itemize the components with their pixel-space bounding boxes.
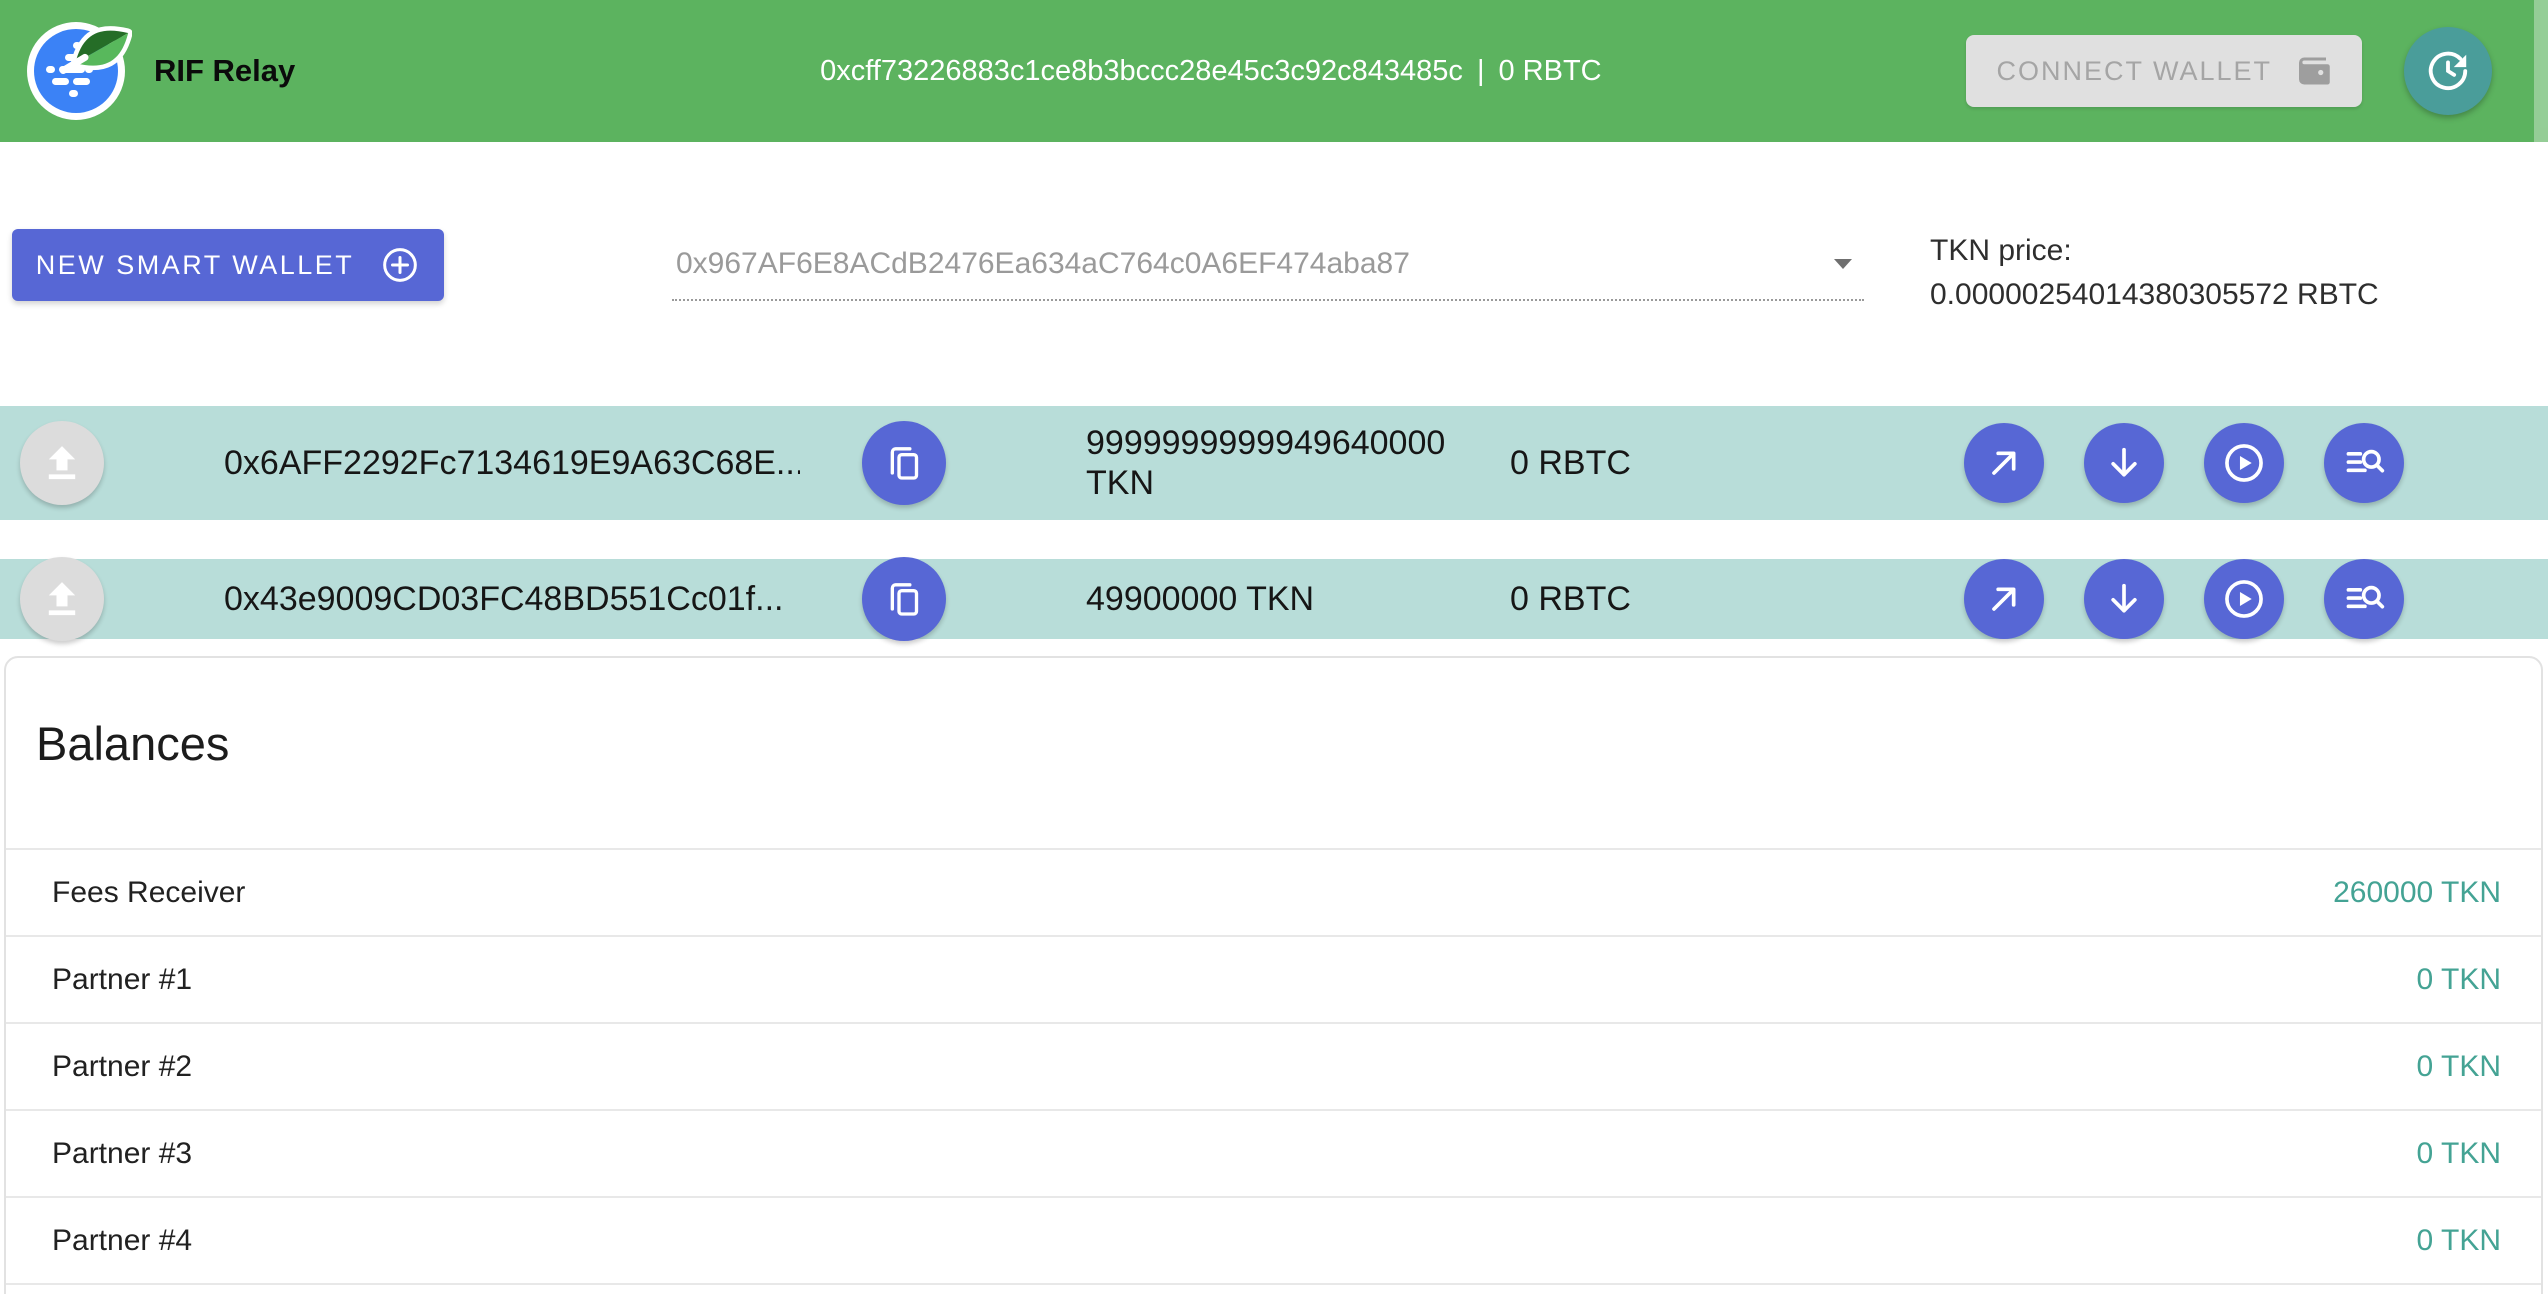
smart-wallet-row: 0x43e9009CD03FC48BD551Cc01f... 49900000 … <box>0 559 2548 639</box>
balance-row: Partner #1 0 TKN <box>6 937 2541 1024</box>
tkn-price-label: TKN price: <box>1930 229 2530 273</box>
upload-icon <box>40 577 84 621</box>
balance-row: Partner #3 0 TKN <box>6 1111 2541 1198</box>
dropdown-arrow-icon <box>1832 257 1854 271</box>
arrow-down-icon <box>2104 443 2144 483</box>
plus-circle-icon <box>380 245 420 285</box>
rif-relay-logo-icon <box>26 18 132 124</box>
search-transactions-button[interactable] <box>2324 423 2404 503</box>
header-account-balance: 0 RBTC <box>1498 55 1601 88</box>
receive-button[interactable] <box>2084 423 2164 503</box>
balance-label: Partner #1 <box>52 963 192 997</box>
arrow-up-right-icon <box>1984 443 2024 483</box>
smart-wallet-address: 0x43e9009CD03FC48BD551Cc01f... <box>224 580 800 619</box>
deploy-wallet-button[interactable] <box>20 421 104 505</box>
search-transactions-button[interactable] <box>2324 559 2404 639</box>
play-circle-icon <box>2222 577 2266 621</box>
app-title: RIF Relay <box>154 53 295 89</box>
balance-row: Fees Receiver 260000 TKN <box>6 850 2541 937</box>
smart-wallet-list: 0x6AFF2292Fc7134619E9A63C68E... 99999999… <box>0 406 2548 639</box>
deploy-wallet-button[interactable] <box>20 557 104 641</box>
copy-address-button[interactable] <box>862 421 946 505</box>
balances-table: Fees Receiver 260000 TKN Partner #1 0 TK… <box>6 848 2541 1285</box>
wallet-icon <box>2296 53 2332 89</box>
balance-value: 0 TKN <box>2417 963 2501 997</box>
connect-wallet-label: CONNECT WALLET <box>1996 56 2272 87</box>
copy-address-button[interactable] <box>862 557 946 641</box>
header-account-separator: | <box>1477 55 1485 88</box>
header-account-info: 0xcff73226883c1ce8b3bccc28e45c3c92c84348… <box>295 55 1966 88</box>
wallet-row-actions <box>1964 559 2404 639</box>
balance-value: 260000 TKN <box>2333 876 2501 910</box>
arrow-up-right-icon <box>1984 579 2024 619</box>
balance-row: Partner #4 0 TKN <box>6 1198 2541 1285</box>
balance-value: 0 TKN <box>2417 1050 2501 1084</box>
new-smart-wallet-label: NEW SMART WALLET <box>36 250 355 281</box>
smart-wallet-select[interactable]: 0x967AF6E8ACdB2476Ea634aC764c0A6EF474aba… <box>672 229 1864 301</box>
transfer-button[interactable] <box>1964 423 2044 503</box>
smart-wallet-select-value: 0x967AF6E8ACdB2476Ea634aC764c0A6EF474aba… <box>676 247 1410 281</box>
header-account-address: 0xcff73226883c1ce8b3bccc28e45c3c92c84348… <box>820 55 1463 88</box>
refresh-clock-icon <box>2425 48 2471 94</box>
tkn-price-value: 0.00000254014380305572 RBTC <box>1930 273 2530 317</box>
balance-label: Partner #3 <box>52 1137 192 1171</box>
app-header: RIF Relay 0xcff73226883c1ce8b3bccc28e45c… <box>0 0 2548 142</box>
smart-wallet-row: 0x6AFF2292Fc7134619E9A63C68E... 99999999… <box>0 406 2548 520</box>
execute-button[interactable] <box>2204 559 2284 639</box>
token-balance: 9999999999949640000 TKN <box>1086 423 1506 503</box>
copy-icon <box>884 443 924 483</box>
play-circle-icon <box>2222 441 2266 485</box>
rbtc-balance: 0 RBTC <box>1510 444 1770 483</box>
balance-label: Partner #2 <box>52 1050 192 1084</box>
scrollbar-track[interactable] <box>2534 0 2548 142</box>
upload-icon <box>40 441 84 485</box>
receive-button[interactable] <box>2084 559 2164 639</box>
smart-wallet-address: 0x6AFF2292Fc7134619E9A63C68E... <box>224 444 800 483</box>
balance-label: Fees Receiver <box>52 876 245 910</box>
balances-card: Balances Fees Receiver 260000 TKN Partne… <box>4 656 2543 1294</box>
rbtc-balance: 0 RBTC <box>1510 580 1770 619</box>
new-smart-wallet-button[interactable]: NEW SMART WALLET <box>12 229 444 301</box>
list-search-icon <box>2342 441 2386 485</box>
execute-button[interactable] <box>2204 423 2284 503</box>
tkn-price: TKN price: 0.00000254014380305572 RBTC <box>1930 229 2530 317</box>
balance-row: Partner #2 0 TKN <box>6 1024 2541 1111</box>
balance-label: Partner #4 <box>52 1224 192 1258</box>
wallet-row-actions <box>1964 423 2404 503</box>
transfer-button[interactable] <box>1964 559 2044 639</box>
list-search-icon <box>2342 577 2386 621</box>
connect-wallet-button[interactable]: CONNECT WALLET <box>1966 35 2362 107</box>
balances-title: Balances <box>6 658 2541 772</box>
actions-bar: NEW SMART WALLET 0x967AF6E8ACdB2476Ea634… <box>0 229 2548 317</box>
copy-icon <box>884 579 924 619</box>
balance-value: 0 TKN <box>2417 1224 2501 1258</box>
token-balance: 49900000 TKN <box>1086 579 1506 619</box>
refresh-button[interactable] <box>2404 27 2492 115</box>
balance-value: 0 TKN <box>2417 1137 2501 1171</box>
arrow-down-icon <box>2104 579 2144 619</box>
